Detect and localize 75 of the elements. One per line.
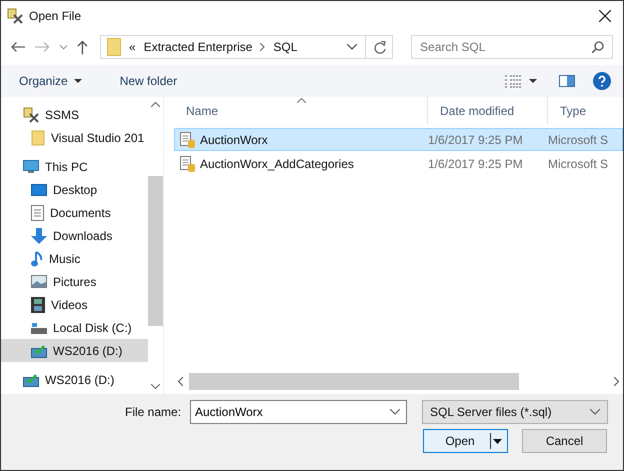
search-icon [592,41,604,53]
sidebar-item[interactable]: Downloads [1,224,148,247]
view-list-icon[interactable] [505,74,521,88]
network-drive-icon [23,372,39,386]
column-header[interactable]: Name [174,97,428,124]
chevron-up-icon[interactable] [151,102,160,107]
date-modified: 1/6/2017 9:25 PM [428,156,524,170]
sidebar-item[interactable]: Music [1,247,148,270]
document-icon [31,204,44,220]
help-icon[interactable] [593,72,611,90]
monitor-icon [23,160,39,174]
sidebar-item[interactable]: Visual Studio 201 [1,126,148,149]
sidebar-item[interactable]: Videos [1,293,148,316]
chevron-down-icon [590,409,600,415]
chevron-right-icon[interactable] [614,377,619,386]
column-header[interactable]: Type [548,97,623,124]
overflow-crumb[interactable]: « [129,40,136,54]
drive-icon [31,322,47,334]
sidebar-item[interactable]: Documents [1,201,148,224]
file-type-dropdown[interactable]: SQL Server files (*.sql) [422,400,608,424]
sidebar-item[interactable]: WS2016 (D:) [1,339,148,362]
sidebar-item[interactable]: WS2016 (D:) [1,368,148,391]
tools-icon [23,106,39,122]
up-arrow-icon[interactable] [77,40,88,54]
caret-icon [74,79,82,83]
new-folder-button[interactable]: New folder [112,71,186,91]
caret-icon [493,438,502,444]
sidebar-item[interactable]: Desktop [1,178,148,201]
refresh-icon[interactable] [374,40,386,54]
chevron-left-icon[interactable] [178,377,183,386]
file-type: Microsoft S [548,156,608,170]
file-name: AuctionWorx_AddCategories [200,156,354,170]
desktop-icon [31,184,47,196]
column-header[interactable]: Date modified [428,97,548,124]
organize-menu-button[interactable]: Organize [11,71,90,91]
script-file-icon [180,132,195,148]
file-type: Microsoft S [548,132,608,146]
down-arrow-icon [31,228,47,244]
address-bar[interactable]: « Extracted Enterprise SQL [100,35,394,59]
folder-icon [107,38,122,56]
sidebar-item[interactable]: This PC [1,155,148,178]
chevron-down-icon[interactable] [60,44,68,50]
tools-icon [7,8,23,24]
film-icon [31,296,45,312]
cancel-button[interactable]: Cancel [522,429,607,453]
chevron-right-icon [260,43,266,51]
breadcrumb[interactable]: Extracted Enterprise [144,40,252,54]
date-modified: 1/6/2017 9:25 PM [428,132,524,146]
close-icon[interactable] [599,10,611,22]
scrollbar-thumb[interactable] [148,176,163,326]
sort-up-icon [296,98,306,103]
chevron-down-icon[interactable] [390,409,400,415]
caret-icon[interactable] [529,79,537,83]
back-arrow-icon[interactable] [11,41,26,53]
picture-icon [31,275,47,288]
window-title: Open File [29,9,82,23]
chevron-down-icon[interactable] [151,384,160,389]
sidebar-item[interactable]: SSMS [1,103,148,126]
sidebar-item[interactable]: Pictures [1,270,148,293]
folder-icon [31,130,45,146]
network-drive-icon [31,344,47,358]
file-name-field[interactable]: AuctionWorx [190,400,407,424]
search-field[interactable]: Search SQL [411,35,614,59]
music-note-icon [31,250,43,266]
breadcrumb[interactable]: SQL [273,40,298,54]
file-name: AuctionWorx [200,132,268,146]
chevron-down-icon[interactable] [347,44,358,50]
file-row[interactable]: AuctionWorx_AddCategories 1/6/2017 9:25 PM Microsoft S [174,152,623,175]
scrollbar-thumb[interactable] [189,373,519,390]
script-file-icon [180,156,195,172]
file-name-label: File name: [125,405,182,419]
open-split-button[interactable]: Open [423,429,508,453]
file-row[interactable]: AuctionWorx 1/6/2017 9:25 PM Microsoft S [174,128,623,151]
sidebar-item[interactable]: Local Disk (C:) [1,316,148,339]
preview-pane-icon[interactable] [559,75,575,87]
